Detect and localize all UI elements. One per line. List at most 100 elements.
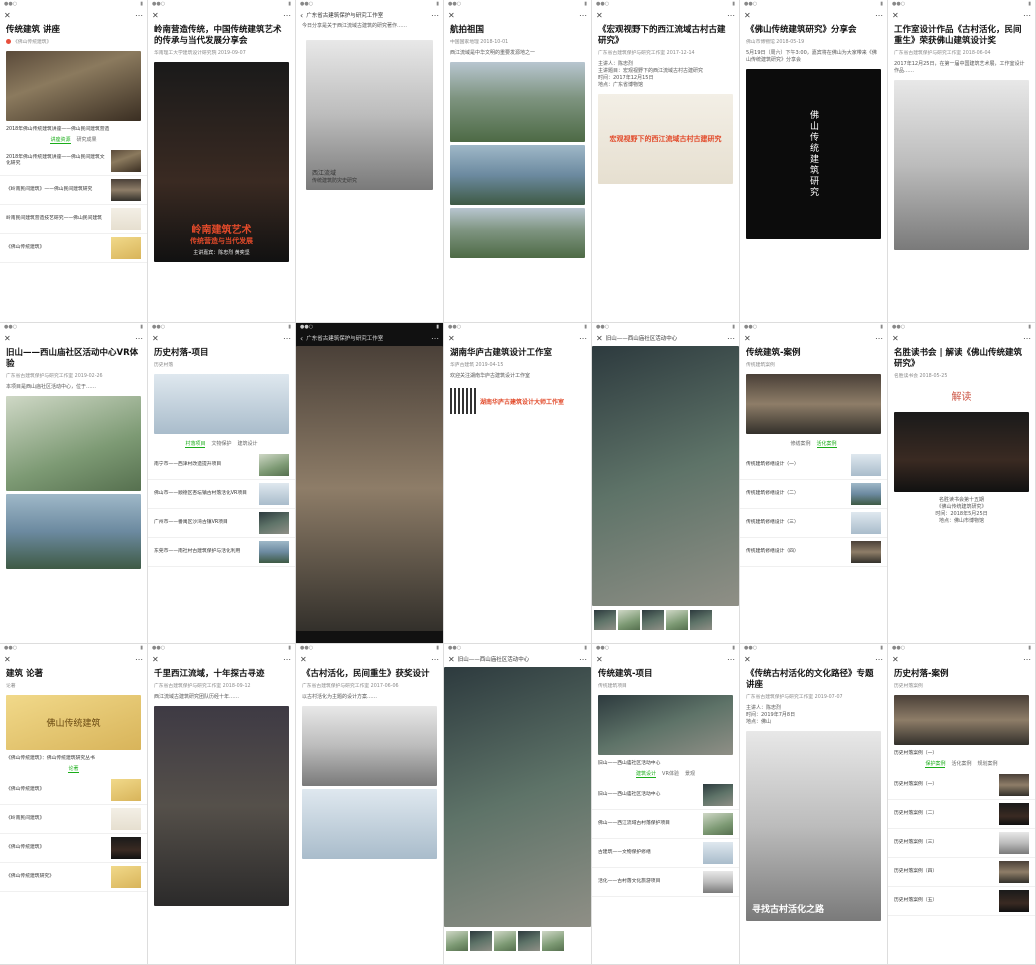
more-icon[interactable]: ⋯ (875, 655, 883, 664)
card-7[interactable]: ●●○ ▮ ✕ ⋯ 工作室设计作品《古村活化，民间重生》荣获佛山建筑设计奖 广东省古… (888, 0, 1036, 323)
close-icon[interactable]: ✕ (448, 11, 455, 20)
list-item[interactable]: 传统建筑修缮设计（二） (740, 480, 887, 509)
card-2[interactable]: ●●○ ▮ ✕ ⋯ 岭南营造传统，中国传统建筑艺术的传承与当代发展分享会 华南理工大… (148, 0, 296, 323)
back-icon[interactable]: ‹ (300, 11, 303, 20)
more-icon[interactable]: ⋯ (135, 11, 143, 20)
list-item[interactable]: 传统建筑修缮设计（三） (740, 509, 887, 538)
more-icon[interactable]: ⋯ (1023, 655, 1031, 664)
tab-bar[interactable]: 村落项目 文物保护 建筑设计 (148, 437, 295, 451)
list-item[interactable]: 历史村落案例（二） (888, 800, 1035, 829)
list-item[interactable]: 传统建筑修缮设计（四） (740, 538, 887, 567)
card-19[interactable]: ●●○ ▮ ✕ ⋯ 传统建筑-项目 传统建筑项目 旧山——西山庙社区活动中心 建筑设… (592, 644, 740, 965)
card-4[interactable]: ●●○ ▮ ✕ ⋯ 航拍祖国 中国国家地理 2018-10-01 西江流域是中华文明… (444, 0, 592, 323)
list-item[interactable]: 岭南民间建筑营造技艺研究——佛山民间建筑 (0, 205, 147, 234)
close-icon[interactable]: ✕ (4, 655, 11, 664)
close-icon[interactable]: ✕ (448, 655, 455, 664)
nav-bar: ✕ ⋯ (888, 653, 1035, 665)
card-21[interactable]: ●●○ ▮ ✕ ⋯ 历史村落-案例 历史村落案例 历史村落案例（一） 保护案例 活化案… (888, 644, 1036, 965)
more-icon[interactable]: ⋯ (1023, 11, 1031, 20)
card-20[interactable]: ●●○ ▮ ✕ ⋯ 《传统古村活化的文化路径》专题讲座 广东省古建筑保护与研究工作室… (740, 644, 888, 965)
card-18[interactable]: ●●○ ▮ ✕ 旧山——西山庙社区活动中心 ⋯ (444, 644, 592, 965)
more-icon[interactable]: ⋯ (579, 11, 587, 20)
list-item[interactable]: 南宁市——西津村改造提升项目 (148, 451, 295, 480)
list-item[interactable]: 《岭南民间建筑》——佛山民间建筑研究 (0, 176, 147, 205)
tab-bar[interactable]: 论著 (0, 762, 147, 776)
close-icon[interactable]: ✕ (892, 11, 899, 20)
list-item[interactable]: 《佛山传统建筑》 (0, 776, 147, 805)
back-icon[interactable]: ‹ (300, 334, 303, 343)
close-icon[interactable]: ✕ (4, 334, 11, 343)
close-icon[interactable]: ✕ (300, 655, 307, 664)
tab-bar[interactable]: 建筑设计 VR体验 景观 (592, 767, 739, 781)
list-item[interactable]: 历史村落案例（五） (888, 887, 1035, 916)
card-13[interactable]: ●●○ ▮ ✕ ⋯ 传统建筑-案例 传统建筑案例 修缮案例 活化案例 传统建筑修缮设计… (740, 323, 888, 644)
card-8[interactable]: ●●○ ▮ ✕ ⋯ 旧山——西山庙社区活动中心VR体验 广东省古建筑保护与研究工作室… (0, 323, 148, 644)
list-item[interactable]: 历史村落案例（一） (888, 771, 1035, 800)
more-icon[interactable]: ⋯ (135, 655, 143, 664)
vr-scene[interactable] (444, 667, 591, 927)
list-item[interactable]: 《佛山传统建筑》 (0, 834, 147, 863)
more-icon[interactable]: ⋯ (431, 655, 439, 664)
card-5[interactable]: ●●○ ▮ ✕ ⋯ 《宏观视野下的西江流域古村古建研究》 广东省古建筑保护与研究工作… (592, 0, 740, 323)
card-9[interactable]: ●●○ ▮ ✕ ⋯ 历史村落-项目 历史村落 村落项目 文物保护 建筑设计 南宁市——西… (148, 323, 296, 644)
close-icon[interactable]: ✕ (744, 11, 751, 20)
close-icon[interactable]: ✕ (152, 334, 159, 343)
tab-bar[interactable]: 讲座资源 研究成果 (0, 133, 147, 147)
list-item[interactable]: 历史村落案例（三） (888, 829, 1035, 858)
card-15[interactable]: ●●○ ▮ ✕ ⋯ 建筑 论著 论著 佛山传统建筑 《佛山传统建筑》：佛山传统建筑研… (0, 644, 148, 965)
card-3[interactable]: ●●○ ▮ ‹ 广东省古建筑保护与研究工作室 ⋯ 今日分享是关于西江流域古建筑的研究著… (296, 0, 444, 323)
list-item[interactable]: 旧山——西山庙社区活动中心 (592, 781, 739, 810)
more-icon[interactable]: ⋯ (727, 655, 735, 664)
more-icon[interactable]: ⋯ (283, 334, 291, 343)
tab-bar[interactable]: 保护案例 活化案例 规划案例 (888, 757, 1035, 771)
card-17[interactable]: ●●○ ▮ ✕ ⋯ 《古村活化，民间重生》获奖设计 广东省古建筑保护与研究工作室 2… (296, 644, 444, 965)
card-12[interactable]: ●●○ ▮ ✕ 旧山——西山庙社区活动中心 ⋯ (592, 323, 740, 644)
list-item[interactable]: 佛山——西江流域古村落保护项目 (592, 810, 739, 839)
list-item[interactable]: 活化——古村落文化旅游项目 (592, 868, 739, 897)
list-item[interactable]: 2018年佛山传统建筑讲座——佛山民间建筑文化研究 (0, 147, 147, 176)
more-icon[interactable]: ⋯ (727, 334, 735, 343)
list-item[interactable]: 《佛山传统建筑研究》 (0, 863, 147, 892)
card-10[interactable]: ●●○ ▮ ‹ 广东省古建筑保护与研究工作室 ⋯ (296, 323, 444, 644)
list-item[interactable]: 历史村落案例（四） (888, 858, 1035, 887)
more-icon[interactable]: ⋯ (875, 11, 883, 20)
vr-scene[interactable] (592, 346, 739, 606)
more-icon[interactable]: ⋯ (431, 334, 439, 343)
card-16[interactable]: ●●○ ▮ ✕ ⋯ 千里西江流域，十年探古寻迹 广东省古建筑保护与研究工作室 201… (148, 644, 296, 965)
list-item[interactable]: 佛山市——顺德区杏坛镇古村落活化VR项目 (148, 480, 295, 509)
close-icon[interactable]: ✕ (4, 11, 11, 20)
card-6[interactable]: ●●○ ▮ ✕ ⋯ 《佛山传统建筑研究》分享会 佛山市博物馆 2018-05-19 … (740, 0, 888, 323)
thumbnail-strip[interactable] (444, 929, 591, 953)
close-icon[interactable]: ✕ (892, 334, 899, 343)
close-icon[interactable]: ✕ (448, 334, 455, 343)
more-icon[interactable]: ⋯ (431, 11, 439, 20)
close-icon[interactable]: ✕ (596, 11, 603, 20)
more-icon[interactable]: ⋯ (579, 655, 587, 664)
card-1[interactable]: ●●○ ▮ ✕ ⋯ 传统建筑 讲座 《佛山传统建筑》 2018年佛山传统建筑讲座——… (0, 0, 148, 323)
more-icon[interactable]: ⋯ (1023, 334, 1031, 343)
close-icon[interactable]: ✕ (596, 655, 603, 664)
more-icon[interactable]: ⋯ (875, 334, 883, 343)
close-icon[interactable]: ✕ (152, 655, 159, 664)
more-icon[interactable]: ⋯ (283, 655, 291, 664)
status-bar: ●●○ ▮ (300, 324, 439, 330)
close-icon[interactable]: ✕ (152, 11, 159, 20)
list-item[interactable]: 《岭南民间建筑》 (0, 805, 147, 834)
close-icon[interactable]: ✕ (596, 334, 603, 343)
close-icon[interactable]: ✕ (892, 655, 899, 664)
more-icon[interactable]: ⋯ (727, 11, 735, 20)
list-item[interactable]: 广州市——番禺区沙湾古镇VR项目 (148, 509, 295, 538)
list-item[interactable]: 古建筑——文物保护修缮 (592, 839, 739, 868)
list-item[interactable]: 传统建筑修缮设计（一） (740, 451, 887, 480)
tab-bar[interactable]: 修缮案例 活化案例 (740, 437, 887, 451)
list-item[interactable]: 《佛山传统建筑》 (0, 234, 147, 263)
card-14[interactable]: ●●○ ▮ ✕ ⋯ 名胜读书会 | 解读《佛山传统建筑研究》 名胜读书会 2018-… (888, 323, 1036, 644)
thumbnail-strip[interactable] (592, 608, 739, 632)
list-item[interactable]: 东莞市——南社村古建筑保护与活化利用 (148, 538, 295, 567)
more-icon[interactable]: ⋯ (579, 334, 587, 343)
more-icon[interactable]: ⋯ (135, 334, 143, 343)
more-icon[interactable]: ⋯ (283, 11, 291, 20)
card-11[interactable]: ●●○ ▮ ✕ ⋯ 湖南华庐古建筑设计工作室 华庐古建筑 2019-04-15 欢迎… (444, 323, 592, 644)
close-icon[interactable]: ✕ (744, 334, 751, 343)
close-icon[interactable]: ✕ (744, 655, 751, 664)
